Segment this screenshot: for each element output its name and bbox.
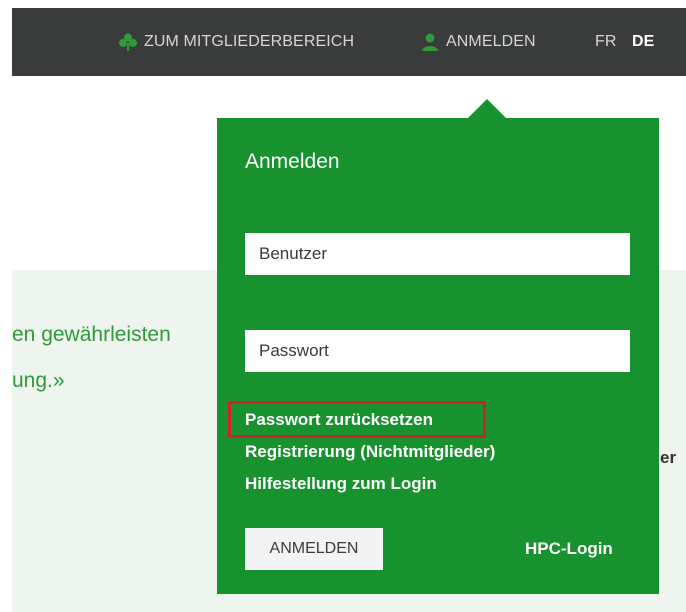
page: ZUM MITGLIEDERBEREICH ANMELDEN FR DE en … [0,0,686,612]
login-submit-button[interactable]: ANMELDEN [245,528,383,570]
login-nav-label: ANMELDEN [446,33,536,50]
top-navigation-bar: ZUM MITGLIEDERBEREICH ANMELDEN FR DE [12,8,686,76]
quote-text-line-1: en gewährleisten [12,323,171,346]
password-input[interactable] [245,330,630,372]
dropdown-pointer [467,99,507,119]
members-area-label: ZUM MITGLIEDERBEREICH [144,33,355,50]
user-icon [420,32,440,52]
reset-password-highlight [228,401,486,438]
members-area-link[interactable]: ZUM MITGLIEDERBEREICH [118,8,354,76]
clipped-text-right: er [660,448,677,467]
login-help-link[interactable]: Hilfestellung zum Login [245,474,437,494]
quote-text-line-2: ung.» [12,369,65,392]
username-input[interactable] [245,233,630,275]
hpc-login-link[interactable]: HPC-Login [525,539,613,559]
language-fr-link[interactable]: FR [595,8,617,76]
language-de-link[interactable]: DE [632,8,654,76]
register-link[interactable]: Registrierung (Nichtmitglieder) [245,442,495,462]
login-nav-link[interactable]: ANMELDEN [420,8,536,76]
login-panel-title: Anmelden [245,150,340,173]
clover-icon [118,32,138,52]
